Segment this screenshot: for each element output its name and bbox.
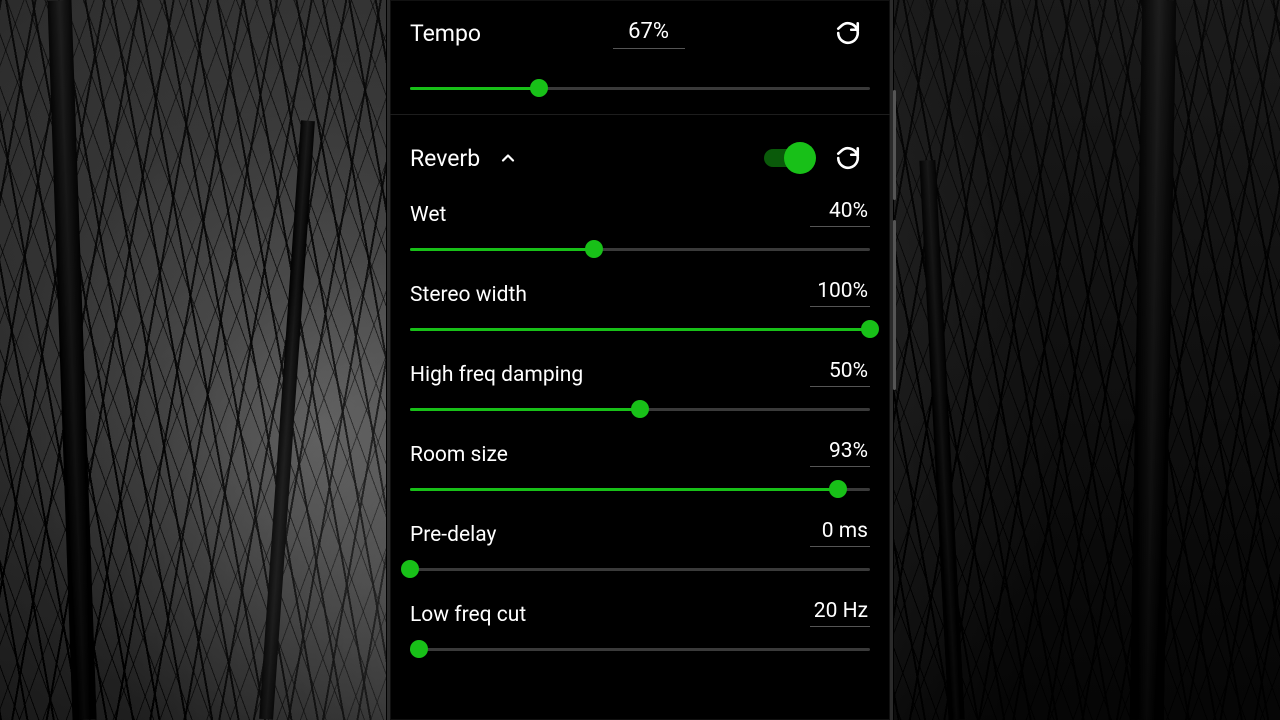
room-size-label: Room size	[410, 443, 508, 467]
low-freq-cut-value-input[interactable]: 20 Hz	[810, 599, 870, 627]
low-freq-cut-label: Low freq cut	[410, 603, 526, 627]
stereo-width-label: Stereo width	[410, 283, 527, 307]
reverb-header: Reverb	[410, 125, 870, 191]
param-low-freq-cut: Low freq cut 20 Hz	[410, 593, 870, 671]
phone-frame: Tempo 67% Reverb	[387, 0, 893, 720]
reverb-reset-button[interactable]	[826, 136, 870, 180]
low-freq-cut-slider[interactable]	[410, 627, 870, 671]
tempo-slider[interactable]	[410, 66, 870, 110]
reverb-collapse-toggle[interactable]	[498, 148, 518, 168]
reverb-title: Reverb	[410, 145, 480, 172]
reverb-enable-toggle[interactable]	[764, 149, 810, 167]
wet-value-input[interactable]: 40%	[810, 199, 870, 227]
tempo-row: Tempo 67%	[410, 0, 870, 66]
param-hf-damping: High freq damping 50%	[410, 353, 870, 431]
param-pre-delay: Pre-delay 0 ms	[410, 513, 870, 591]
param-wet: Wet 40%	[410, 193, 870, 271]
refresh-icon	[835, 145, 861, 171]
pre-delay-label: Pre-delay	[410, 523, 496, 547]
wet-label: Wet	[410, 203, 446, 227]
param-room-size: Room size 93%	[410, 433, 870, 511]
tempo-reset-button[interactable]	[826, 11, 870, 55]
pre-delay-value-input[interactable]: 0 ms	[810, 519, 870, 547]
pre-delay-slider[interactable]	[410, 547, 870, 591]
param-stereo-width: Stereo width 100%	[410, 273, 870, 351]
room-size-value-input[interactable]: 93%	[810, 439, 870, 467]
hf-damping-slider[interactable]	[410, 387, 870, 431]
tempo-value-input[interactable]: 67%	[613, 17, 685, 49]
app-screen: Tempo 67% Reverb	[390, 0, 890, 720]
hf-damping-value-input[interactable]: 50%	[810, 359, 870, 387]
chevron-up-icon	[498, 148, 518, 168]
tempo-label: Tempo	[410, 20, 481, 47]
stereo-width-slider[interactable]	[410, 307, 870, 351]
room-size-slider[interactable]	[410, 467, 870, 511]
phone-side-button	[893, 90, 896, 200]
wet-slider[interactable]	[410, 227, 870, 271]
phone-side-button	[893, 220, 896, 390]
stereo-width-value-input[interactable]: 100%	[810, 279, 870, 307]
hf-damping-label: High freq damping	[410, 363, 583, 387]
refresh-icon	[835, 20, 861, 46]
